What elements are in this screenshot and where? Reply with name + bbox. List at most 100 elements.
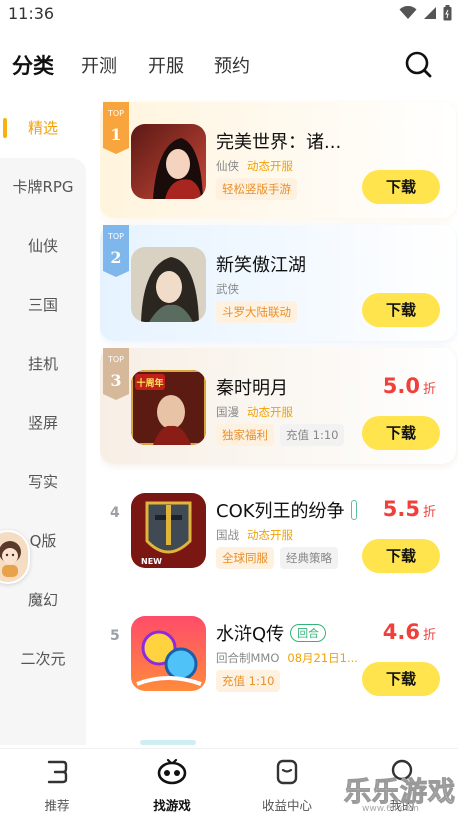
watermark-url: www.6ll.com [362,804,419,814]
next-game-icon-peek [140,740,196,745]
game-title: 水浒Q传 回合 [216,620,327,646]
battery-icon [443,5,452,21]
top-rank-ribbon: TOP 3 [103,348,129,400]
game-icon[interactable] [131,616,206,691]
ribbon-top-text: TOP [107,109,124,118]
ribbon-rank-number: 1 [110,125,121,144]
gamepad-icon [157,758,187,785]
game-server-info: 动态开服 [247,159,293,173]
icon-new-text: NEW [141,557,162,566]
ribbon-rank-number: 2 [110,248,121,267]
game-icon[interactable] [131,247,206,322]
game-card[interactable]: TOP 1 完美世界：诸... 仙侠 动态开服 轻松竖版手游 下载 [100,102,456,218]
tab-beta-test[interactable]: 开测 [81,52,117,78]
tab-new-server[interactable]: 开服 [148,52,184,78]
game-genre: 回合制MMO [216,651,280,665]
game-title: COK列王的纷争 [216,497,357,523]
wifi-icon [399,6,417,19]
tag-row: 轻松竖版手游 [216,178,297,200]
game-card[interactable]: 5 水浒Q传 回合 回合制MMO 08月21日1... 充值 1:10 4.6 折 下… [100,594,456,710]
sidebar-item-xianxia[interactable]: 仙侠 [0,226,86,266]
search-icon[interactable] [404,50,434,80]
top-nav: 分类 开测 开服 预约 [0,40,458,88]
download-button[interactable]: 下载 [362,416,440,450]
tab-category[interactable]: 分类 [12,50,54,80]
discount-label: 5.5 折 [383,497,436,521]
ribbon-top-text: TOP [107,355,124,364]
game-artwork [131,124,206,199]
download-button[interactable]: 下载 [362,293,440,327]
game-type-badge: 回合 [290,624,327,642]
tag-row: 全球同服 经典策略 [216,547,338,569]
nav-earnings-center[interactable]: 收益中心 [237,749,337,820]
sidebar-item-featured[interactable]: 精选 [0,108,86,148]
icon-anniversary-text: 十周年 [136,377,163,389]
game-tag: 充值 1:10 [280,424,345,446]
game-artwork: NEW [131,493,206,568]
nav-label: 收益中心 [261,798,312,813]
game-card[interactable]: TOP 2 新笑傲江湖 武侠 斗罗大陆联动 下载 [100,225,456,341]
game-icon[interactable]: 十周年 [131,370,206,445]
nav-recommend[interactable]: 推荐 [7,749,107,820]
tag-row: 斗罗大陆联动 [216,301,297,323]
game-icon[interactable] [131,124,206,199]
top-rank-ribbon: TOP 2 [103,225,129,277]
category-sidebar: 精选 卡牌RPG 仙侠 三国 挂机 竖屏 写实 Q版 魔幻 二次元 [0,100,86,745]
game-title: 秦时明月 [216,378,288,399]
ribbon-top-text: TOP [107,232,124,241]
sidebar-item-realistic[interactable]: 写实 [0,462,86,502]
discount-unit: 折 [422,628,436,643]
game-meta: 国战 动态开服 [216,527,293,543]
discount-label: 5.0 折 [383,374,436,398]
discount-label: 4.6 折 [383,620,436,644]
game-genre: 仙侠 [216,159,239,173]
game-server-info: 动态开服 [247,528,293,542]
game-title: 完美世界：诸... [216,132,342,153]
sidebar-item-portrait[interactable]: 竖屏 [0,403,86,443]
status-bar: 11:36 [0,0,458,28]
game-artwork: 十周年 [131,370,206,445]
tab-reservation[interactable]: 预约 [214,52,250,78]
sidebar-item-three-kingdoms[interactable]: 三国 [0,285,86,325]
game-meta: 武侠 [216,281,239,297]
game-card[interactable]: 4 NEW COK列王的纷争 国战 动态开服 全球同服 经典策略 5.5 折 下载 [100,471,456,587]
floating-assistant-avatar[interactable] [0,530,30,584]
nav-label: 找游戏 [153,798,191,813]
status-icons [399,5,452,21]
assistant-face-icon [0,541,21,577]
recommend-icon [47,760,68,784]
game-list: TOP 1 完美世界：诸... 仙侠动态开服 轻松竖版手游 下载 TOP 2 [100,100,458,745]
game-tag: 轻松竖版手游 [216,178,297,200]
nav-label: 推荐 [44,798,70,813]
download-button[interactable]: 下载 [362,539,440,573]
sidebar-item-idle[interactable]: 挂机 [0,344,86,384]
tag-row: 充值 1:10 [216,670,281,692]
rank-number: 5 [110,628,120,644]
game-tag: 充值 1:10 [216,670,281,692]
sidebar-item-anime[interactable]: 二次元 [0,639,86,679]
game-meta: 国漫 动态开服 [216,404,293,420]
sidebar-item-fantasy[interactable]: 魔幻 [0,580,86,620]
status-time: 11:36 [8,4,55,23]
truncated-badge [350,500,357,520]
discount-value: 5.0 [382,374,420,398]
discount-value: 5.5 [382,497,420,521]
game-tag: 斗罗大陆联动 [216,301,297,323]
game-artwork [131,616,206,691]
game-meta: 仙侠 动态开服 [216,158,293,174]
game-meta: 回合制MMO 08月21日1... [216,650,358,666]
top-rank-ribbon: TOP 1 [103,102,129,154]
download-button[interactable]: 下载 [362,662,440,696]
game-title: 新笑傲江湖 [216,255,306,276]
game-genre: 国漫 [216,405,239,419]
game-genre: 武侠 [216,282,239,296]
download-button[interactable]: 下载 [362,170,440,204]
site-watermark: 乐乐游戏 www.6ll.com [340,770,456,818]
game-icon[interactable]: NEW [131,493,206,568]
tag-row: 独家福利 充值 1:10 [216,424,345,446]
game-genre: 国战 [216,528,239,542]
game-card[interactable]: TOP 3 十周年 秦时明月 国漫 动态开服 独家福利 充值 1:10 5.0 折 … [100,348,456,464]
nav-find-games[interactable]: 找游戏 [122,749,222,820]
sidebar-item-card-rpg[interactable]: 卡牌RPG [0,167,86,207]
ribbon-rank-number: 3 [110,371,121,390]
